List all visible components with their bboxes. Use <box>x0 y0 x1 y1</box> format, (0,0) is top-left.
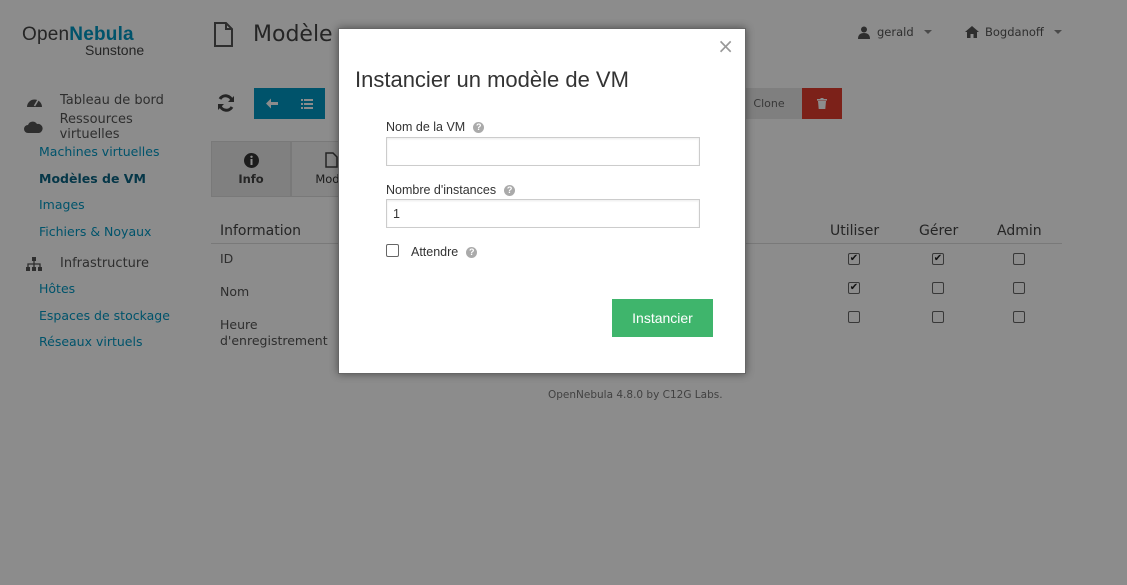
close-icon[interactable]: × <box>717 36 734 56</box>
help-icon[interactable]: ? <box>473 121 485 133</box>
wait-checkbox[interactable] <box>386 244 399 257</box>
vm-name-input[interactable] <box>386 137 700 166</box>
instantiate-dialog: × Instancier un modèle de VM Nom de la V… <box>338 28 746 374</box>
instances-label: Nombre d'instances ? <box>386 183 516 197</box>
wait-label: Attendre ? <box>411 245 478 259</box>
help-icon[interactable]: ? <box>504 184 516 196</box>
instances-input[interactable] <box>386 199 700 228</box>
help-icon[interactable]: ? <box>466 246 478 258</box>
vm-name-label-text: Nom de la VM <box>386 120 466 134</box>
instantiate-button[interactable]: Instancier <box>612 299 713 337</box>
vm-name-label: Nom de la VM ? <box>386 120 485 134</box>
dialog-title: Instancier un modèle de VM <box>355 67 629 92</box>
instances-label-text: Nombre d'instances <box>386 183 497 197</box>
wait-label-text: Attendre <box>411 245 459 259</box>
